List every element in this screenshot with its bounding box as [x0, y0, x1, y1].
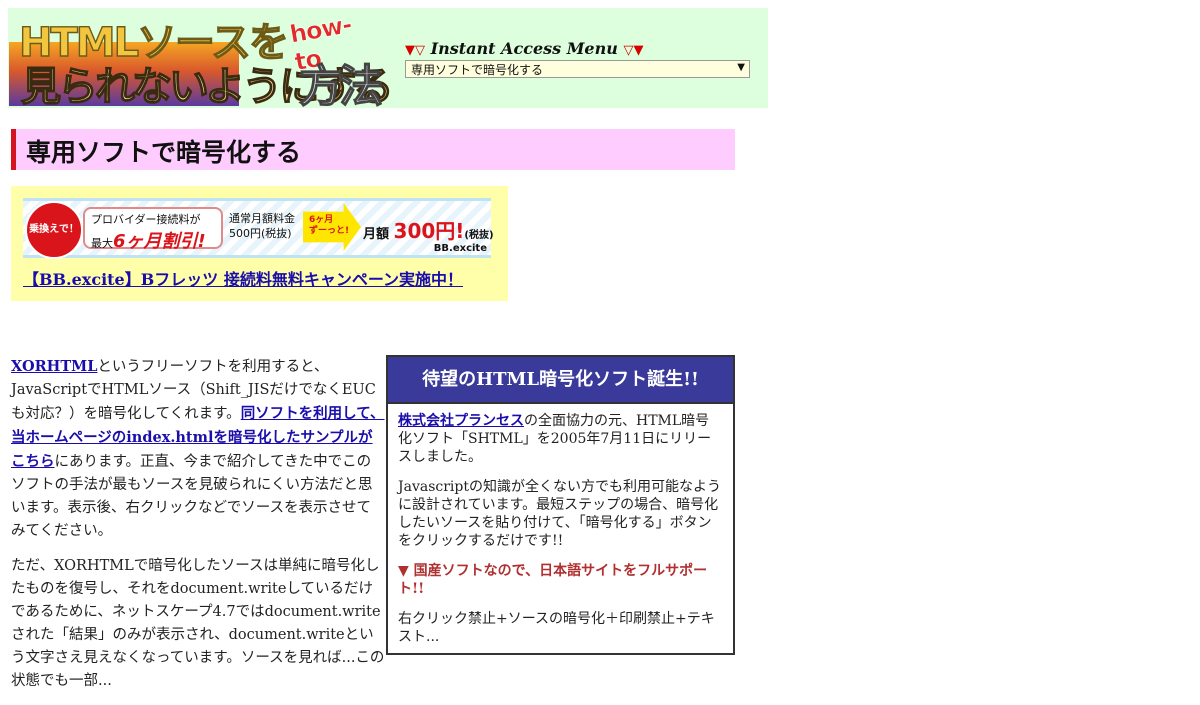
- paragraph-caveat: ただ、XORHTMLで暗号化したソースは単純に暗号化したものを復号し、それをdo…: [11, 558, 385, 689]
- ad-arrow-line2: ずーっと!: [309, 226, 350, 236]
- promo-heading: 待望のHTML暗号化ソフト誕生!!: [388, 357, 733, 404]
- ad-link[interactable]: 【BB.excite】Bフレッツ 接続料無料キャンペーン実施中！: [23, 266, 463, 290]
- chevron-down-icon[interactable]: ▼: [737, 59, 745, 77]
- instant-access-menu-title: ▼▽ Instant Access Menu ▽▼: [405, 39, 643, 58]
- bbexcite-logo: BB.excite: [433, 243, 487, 254]
- ad-pill-line1: プロバイダー接続料が: [91, 213, 201, 226]
- select-current-value: 専用ソフトで暗号化する: [411, 63, 544, 77]
- site-logo[interactable]: HTMLソースを 見られないようにする how-to 方法: [9, 8, 394, 113]
- ad-banner[interactable]: 乗換えで！ プロバイダー接続料が 最大6ヶ月割引! 通常月額料金 500円(税抜…: [23, 198, 494, 259]
- paragraph-intro: XORHTMLというフリーソフトを利用すると、JavaScriptでHTMLソー…: [11, 355, 385, 543]
- ad-monthly-price: 月額 300円!(税抜): [363, 215, 494, 244]
- page-title: 専用ソフトで暗号化する: [26, 138, 302, 167]
- ad-monthly-prefix: 月額: [363, 227, 390, 242]
- intro-text-2: にあります。正直、今まで紹介してきた中でこのソフトの手法が最もソースを見破られに…: [11, 454, 373, 539]
- xorhtml-link[interactable]: XORHTML: [11, 358, 97, 375]
- ad-pill-line2: 最大6ヶ月割引!: [91, 227, 206, 253]
- instant-access-select[interactable]: 専用ソフトで暗号化する ▼: [405, 60, 750, 78]
- ad-pill-emphasis: 6ヶ月割引!: [113, 231, 206, 252]
- promo-paragraph-1: 株式会社プランセスの全面協力の元、HTML暗号化ソフト「SHTML」を2005年…: [398, 412, 723, 466]
- promo-paragraph-3: 右クリック禁止+ソースの暗号化＋印刷禁止+テキスト...: [398, 611, 715, 645]
- ad-discount-pill: プロバイダー接続料が 最大6ヶ月割引!: [83, 207, 223, 252]
- ad-monthly-tax: (税抜): [464, 230, 494, 241]
- ad-box: 乗換えで！ プロバイダー接続料が 最大6ヶ月割引! 通常月額料金 500円(税抜…: [11, 186, 508, 301]
- menu-title-text: Instant Access Menu: [430, 39, 618, 58]
- main-content: XORHTMLというフリーソフトを利用すると、JavaScriptでHTMLソー…: [11, 355, 385, 705]
- triangle-down-icon: ▽▼: [623, 43, 644, 58]
- ad-pill-prefix: 最大: [91, 237, 113, 250]
- promo-paragraph-2: Javascriptの知識が全くない方でも利用可能なように設計されています。最短…: [398, 479, 721, 549]
- logo-houhou: 方法: [298, 60, 383, 112]
- header: HTMLソースを 見られないようにする how-to 方法 ▼▽ Instant…: [8, 8, 768, 113]
- triangle-down-icon: ▼▽: [405, 43, 425, 58]
- promo-subheading: ▼ 国産ソフトなので、日本語サイトをフルサポート!!: [398, 563, 708, 597]
- shtml-promo-box: 待望のHTML暗号化ソフト誕生!! 株式会社プランセスの全面協力の元、HTML暗…: [386, 355, 735, 655]
- ad-monthly-amount: 300円!: [393, 219, 465, 243]
- ad-arrow-text: 6ヶ月 ずーっと!: [309, 215, 349, 237]
- ad-arrow-line1: 6ヶ月: [309, 215, 334, 225]
- ad-circle-badge: 乗換えで！: [25, 201, 83, 259]
- promo-body: 株式会社プランセスの全面協力の元、HTML暗号化ソフト「SHTML」を2005年…: [388, 404, 733, 646]
- ad-normal-price-line1: 通常月額料金: [229, 212, 295, 225]
- page-title-bar: 専用ソフトで暗号化する: [11, 129, 735, 170]
- planses-link[interactable]: 株式会社プランセス: [398, 413, 524, 429]
- ad-normal-price: 通常月額料金 500円(税抜): [229, 211, 295, 241]
- ad-normal-price-line2: 500円(税抜): [229, 227, 292, 240]
